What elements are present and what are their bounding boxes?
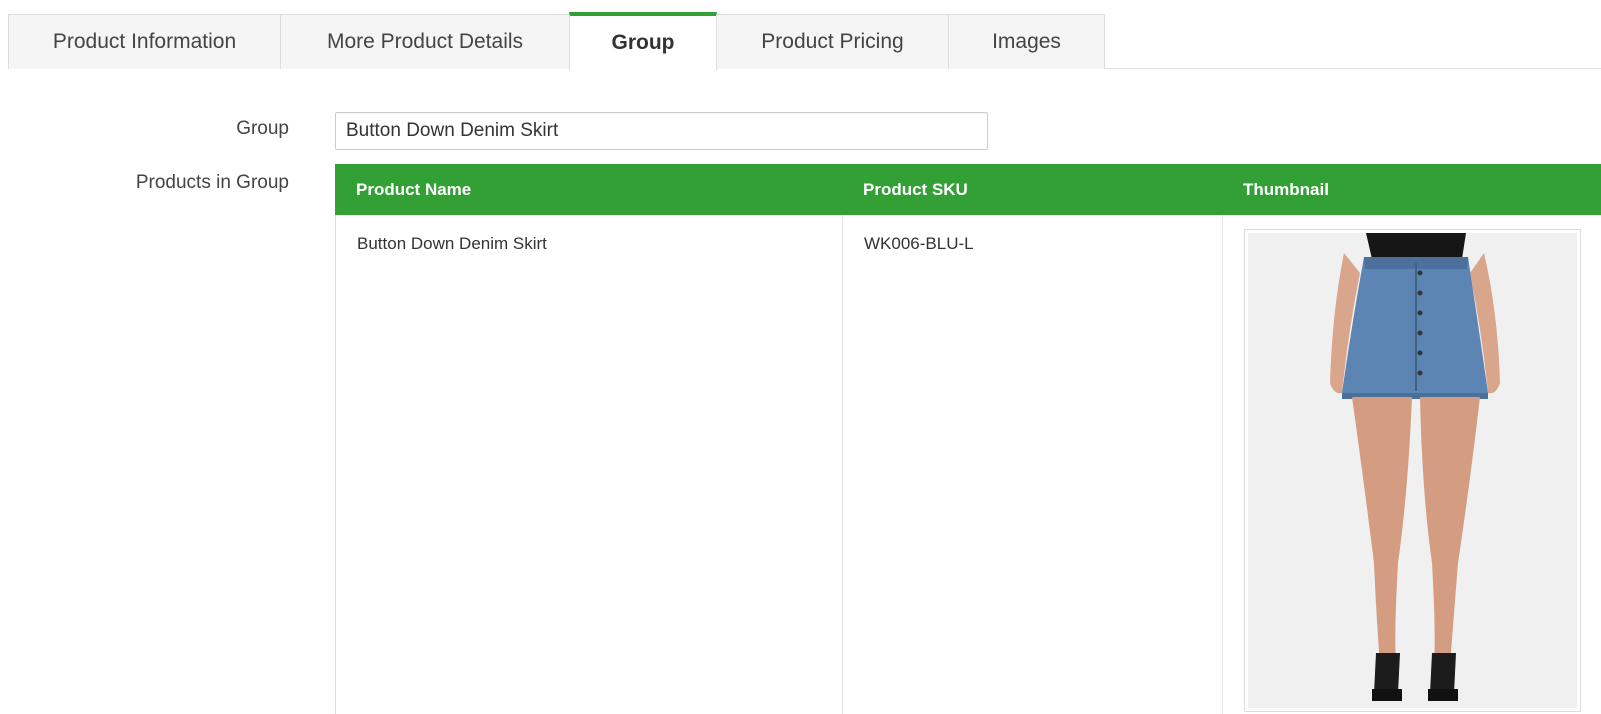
header-thumbnail[interactable]: Thumbnail	[1243, 164, 1329, 215]
products-in-group-label: Products in Group	[135, 172, 289, 193]
tab-group[interactable]: Group	[569, 12, 717, 70]
cell-product-name: Button Down Denim Skirt	[357, 234, 547, 253]
cell-product-sku: WK006-BLU-L	[864, 234, 974, 253]
tab-label: More Product Details	[326, 30, 524, 53]
header-product-sku[interactable]: Product SKU	[863, 164, 968, 215]
table-row: Button Down Denim Skirt WK006-BLU-L	[335, 215, 1601, 714]
tab-label: Product Pricing	[761, 30, 904, 53]
denim-skirt-image	[1248, 233, 1577, 708]
products-table: Product Name Product SKU Thumbnail Butto…	[335, 164, 1601, 714]
column-divider	[842, 215, 843, 714]
tab-label: Images	[992, 30, 1061, 53]
column-divider	[1222, 215, 1223, 714]
tab-product-information[interactable]: Product Information	[8, 14, 281, 69]
group-input[interactable]	[335, 112, 988, 150]
tab-images[interactable]: Images	[948, 14, 1105, 69]
table-header: Product Name Product SKU Thumbnail	[335, 164, 1601, 215]
tab-product-pricing[interactable]: Product Pricing	[716, 14, 949, 69]
tab-more-product-details[interactable]: More Product Details	[280, 14, 570, 69]
thumbnail-image	[1248, 233, 1577, 708]
tab-bar: Product Information More Product Details…	[0, 0, 1601, 70]
tab-label: Product Information	[52, 30, 237, 53]
tab-label: Group	[611, 31, 675, 54]
product-thumbnail[interactable]	[1244, 229, 1581, 712]
group-label: Group	[236, 118, 289, 139]
header-product-name[interactable]: Product Name	[356, 164, 471, 215]
